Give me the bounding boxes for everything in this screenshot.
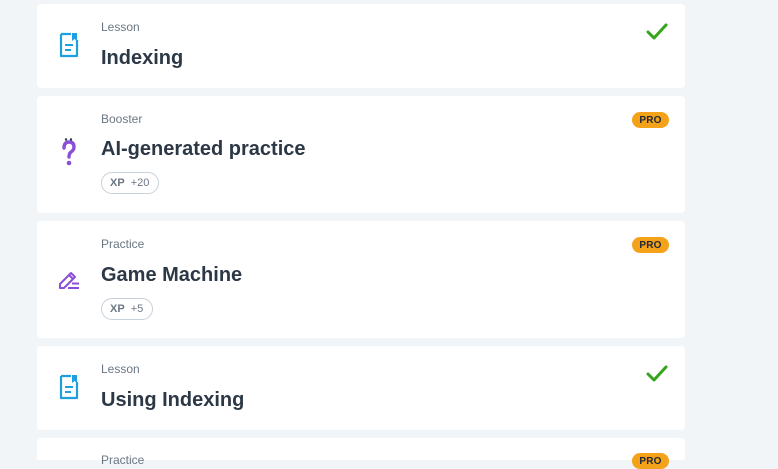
list-item-lesson-using-indexing[interactable]: Lesson Using Indexing <box>37 346 685 430</box>
xp-label: XP <box>110 303 125 315</box>
pencil-edit-icon <box>57 266 81 292</box>
xp-badge: XP +5 <box>101 298 154 320</box>
item-title: Using Indexing <box>101 389 245 411</box>
check-icon <box>646 365 668 382</box>
item-kind-label: Booster <box>101 112 143 126</box>
lesson-document-icon <box>57 32 81 58</box>
list-item-booster-ai-practice[interactable]: Booster AI-generated practice XP +20 PRO <box>37 96 685 213</box>
item-title: Indexing <box>101 47 184 69</box>
xp-label: XP <box>110 177 125 189</box>
pro-badge: PRO <box>632 453 669 469</box>
xp-badge: XP +20 <box>101 172 160 194</box>
item-kind-label: Practice <box>101 237 145 251</box>
xp-value: +20 <box>130 177 150 189</box>
list-item-practice-partial[interactable]: Practice PRO <box>37 438 685 469</box>
item-kind-label: Lesson <box>101 20 140 34</box>
xp-value: +5 <box>130 303 144 315</box>
check-icon <box>646 23 668 40</box>
item-title: Game Machine <box>101 264 243 286</box>
pro-badge: PRO <box>632 112 669 128</box>
list-item-lesson-indexing[interactable]: Lesson Indexing <box>37 4 685 88</box>
item-title: AI-generated practice <box>101 138 306 160</box>
list-item-practice-game-machine[interactable]: Practice Game Machine XP +5 PRO <box>37 221 685 338</box>
question-mark-icon <box>57 138 81 166</box>
pro-badge: PRO <box>632 237 669 253</box>
item-kind-label: Practice <box>101 453 145 467</box>
item-kind-label: Lesson <box>101 362 140 376</box>
lesson-document-icon <box>57 374 81 400</box>
